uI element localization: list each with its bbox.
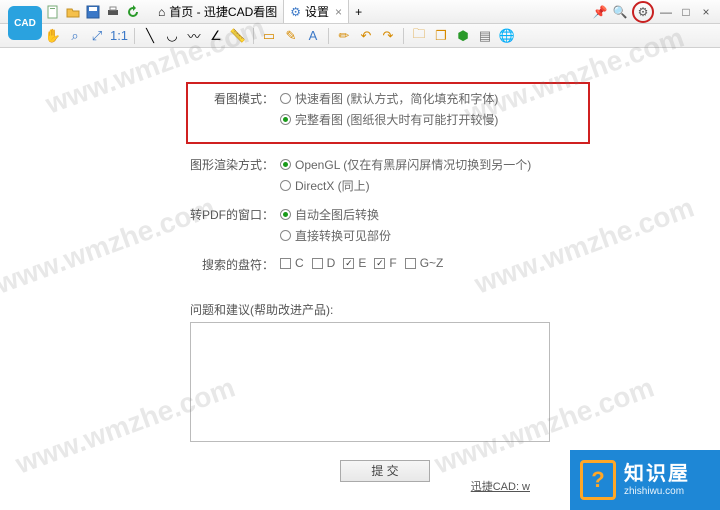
add-tab-button[interactable]: + <box>349 0 368 23</box>
sheets-icon[interactable]: ▤ <box>476 27 494 45</box>
title-bar: ⌂ 首页 - 迅捷CAD看图 ⚙ 设置 × + 📌 🔍 ⚙ — □ × <box>0 0 720 24</box>
checkbox-icon <box>374 258 385 269</box>
polyline-icon[interactable]: 〰 <box>185 27 203 45</box>
checkbox-icon <box>312 258 323 269</box>
feedback-textarea[interactable] <box>190 322 550 442</box>
submit-button[interactable]: 提 交 <box>340 460 430 482</box>
layers-icon[interactable]: ❐ <box>432 27 450 45</box>
footer-link[interactable]: 迅捷CAD: w <box>471 478 530 494</box>
globe-icon[interactable]: 🌐 <box>498 27 516 45</box>
tab-home-label: 首页 - 迅捷CAD看图 <box>169 3 277 20</box>
brand-domain: zhishiwu.com <box>624 486 690 498</box>
open-icon[interactable] <box>64 3 82 21</box>
print-icon[interactable] <box>104 3 122 21</box>
undo-icon[interactable]: ↶ <box>357 27 375 45</box>
radio-icon <box>280 114 291 125</box>
checkbox-icon <box>280 258 291 269</box>
pdf-auto[interactable]: 自动全图后转换 <box>280 206 391 223</box>
checkbox-icon <box>343 258 354 269</box>
home-icon: ⌂ <box>158 5 165 19</box>
radio-icon <box>280 180 291 191</box>
cube-icon[interactable]: ⬢ <box>454 27 472 45</box>
tab-settings[interactable]: ⚙ 设置 × <box>283 0 349 23</box>
tab-home[interactable]: ⌂ 首页 - 迅捷CAD看图 <box>152 0 283 23</box>
note-icon[interactable]: ✎ <box>282 27 300 45</box>
radio-icon <box>280 93 291 104</box>
maximize-icon[interactable]: □ <box>678 4 694 20</box>
radio-icon <box>280 230 291 241</box>
zoom-area-icon[interactable]: ⌕ <box>66 27 84 45</box>
zoom-fit-icon[interactable]: ⤢ <box>88 27 106 45</box>
view-mode-highlight: 看图模式： 快速看图 (默认方式，简化填充和字体) 完整看图 (图纸很大时有可能… <box>186 82 590 144</box>
render-directx[interactable]: DirectX (同上) <box>280 177 531 194</box>
folder-icon[interactable]: 🗀 <box>410 27 428 45</box>
brand-icon <box>580 460 616 500</box>
text-icon[interactable]: A <box>304 27 322 45</box>
brand-name: 知识屋 <box>624 462 690 486</box>
hand-icon[interactable]: ✋ <box>44 27 62 45</box>
main-toolbar: ✋ ⌕ ⤢ 1:1 ╲ ◡ 〰 ∠ 📏 ▭ ✎ A ✏ ↶ ↷ 🗀 ❐ ⬢ ▤ … <box>0 24 720 48</box>
drive-d[interactable]: D <box>312 256 336 270</box>
draw-icon[interactable]: ✏ <box>335 27 353 45</box>
tab-settings-label: 设置 <box>305 3 329 20</box>
refresh-icon[interactable] <box>124 3 142 21</box>
feedback-label: 问题和建议(帮助改进产品): <box>190 301 580 318</box>
app-logo: CAD <box>8 6 42 40</box>
drives-label: 搜索的盘符： <box>190 256 280 273</box>
pdf-window-label: 转PDF的窗口： <box>190 206 280 223</box>
line-icon[interactable]: ╲ <box>141 27 159 45</box>
arc-icon[interactable]: ◡ <box>163 27 181 45</box>
new-doc-icon[interactable] <box>44 3 62 21</box>
search-icon[interactable]: 🔍 <box>612 4 628 20</box>
drive-c[interactable]: C <box>280 256 304 270</box>
radio-icon <box>280 209 291 220</box>
brand-badge: 知识屋 zhishiwu.com <box>570 450 720 510</box>
view-mode-label: 看图模式： <box>190 90 280 107</box>
drive-f[interactable]: F <box>374 256 396 270</box>
pin-icon[interactable]: 📌 <box>592 4 608 20</box>
render-mode-label: 图形渲染方式： <box>190 156 280 173</box>
minimize-icon[interactable]: — <box>658 4 674 20</box>
tab-close-icon[interactable]: × <box>335 5 342 19</box>
redo-icon[interactable]: ↷ <box>379 27 397 45</box>
settings-gear-icon[interactable]: ⚙ <box>632 1 654 23</box>
radio-icon <box>280 159 291 170</box>
rect-icon[interactable]: ▭ <box>260 27 278 45</box>
view-mode-full[interactable]: 完整看图 (图纸很大时有可能打开较慢) <box>280 111 498 128</box>
close-icon[interactable]: × <box>698 4 714 20</box>
drive-e[interactable]: E <box>343 256 366 270</box>
view-mode-fast[interactable]: 快速看图 (默认方式，简化填充和字体) <box>280 90 498 107</box>
gear-icon: ⚙ <box>290 5 301 19</box>
zoom-real-icon[interactable]: 1:1 <box>110 27 128 45</box>
render-opengl[interactable]: OpenGL (仅在有黑屏闪屏情况切换到另一个) <box>280 156 531 173</box>
save-icon[interactable] <box>84 3 102 21</box>
drive-gz[interactable]: G~Z <box>405 256 444 270</box>
settings-panel: 看图模式： 快速看图 (默认方式，简化填充和字体) 完整看图 (图纸很大时有可能… <box>0 48 720 492</box>
ruler-icon[interactable]: 📏 <box>229 27 247 45</box>
checkbox-icon <box>405 258 416 269</box>
angle-icon[interactable]: ∠ <box>207 27 225 45</box>
pdf-visible[interactable]: 直接转换可见部份 <box>280 227 391 244</box>
